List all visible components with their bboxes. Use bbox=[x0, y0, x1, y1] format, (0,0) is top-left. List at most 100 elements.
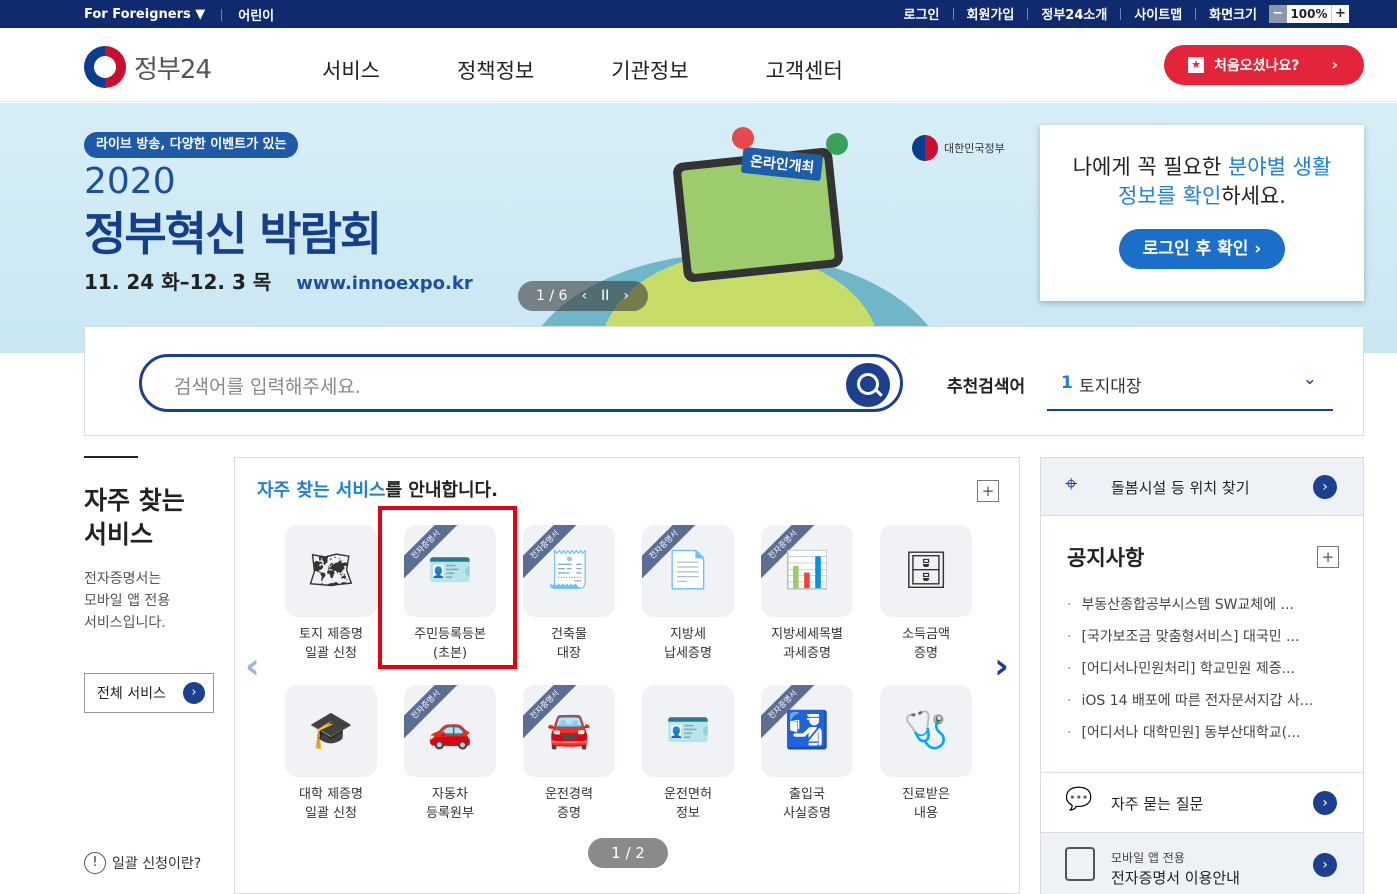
faq-label: 자주 묻는 질문 bbox=[1111, 795, 1204, 813]
zoom-in-button[interactable]: + bbox=[1331, 4, 1349, 23]
banner-next-button[interactable]: › bbox=[623, 288, 629, 304]
service-tile-label: 출입국사실증명 bbox=[761, 785, 853, 823]
banner-date-range: 11. 24 화–12. 3 목 bbox=[84, 270, 272, 294]
service-tile-icon-box: 전자증명서 🚗 bbox=[404, 685, 496, 777]
service-tile[interactable]: 🗄 소득금액 증명 bbox=[880, 525, 972, 663]
service-tile[interactable]: 전자증명서 📄 지방세 납세증명 bbox=[642, 525, 734, 663]
nav-policy[interactable]: 정책정보 bbox=[457, 55, 534, 85]
services-pager[interactable]: 1 / 2 bbox=[588, 838, 668, 868]
screen-size-label: 화면크기 bbox=[1209, 8, 1257, 23]
heading-highlight: 자주 찾는 서비스 bbox=[257, 480, 386, 501]
service-tile-label: 소득금액 증명 bbox=[880, 625, 972, 663]
service-tile[interactable]: 🩺 진료받은 내용 bbox=[880, 685, 972, 823]
services-more-button[interactable]: + bbox=[977, 480, 999, 502]
service-tile[interactable]: 전자증명서 🚘 운전경력 증명 bbox=[523, 685, 615, 823]
chevron-right-icon: › bbox=[183, 682, 205, 704]
msg-highlight: 분야별 생활 bbox=[1227, 155, 1332, 179]
service-tile-label: 운전면허 정보 bbox=[642, 785, 734, 823]
nav-support[interactable]: 고객센터 bbox=[766, 55, 843, 85]
service-tile-icon-box: 🪪 bbox=[642, 685, 734, 777]
search-button[interactable] bbox=[846, 363, 890, 407]
label-line: 내용 bbox=[914, 806, 938, 821]
bulk-apply-help-link[interactable]: ! 일괄 신청이란? bbox=[84, 852, 201, 874]
msg-part: 하세요. bbox=[1221, 184, 1286, 208]
login-link[interactable]: 로그인 bbox=[904, 4, 940, 23]
service-tile[interactable]: 전자증명서 🛂 출입국사실증명 bbox=[761, 685, 853, 823]
faq-link[interactable]: 💬 자주 묻는 질문 › bbox=[1041, 772, 1363, 832]
star-icon: ★ bbox=[1188, 57, 1204, 73]
for-foreigners-link[interactable]: For Foreigners ▼ bbox=[84, 7, 205, 22]
notice-item[interactable]: 부동산종합공부시스템 SW교체에 ... bbox=[1067, 594, 1347, 626]
service-icon: 🗄 bbox=[903, 550, 949, 591]
label-line: 출입국 bbox=[789, 787, 825, 802]
site-logo[interactable]: 정부24 bbox=[84, 46, 212, 88]
mobile-cert-guide-link[interactable]: 모바일 앱 전용 전자증명서 이용안내 › bbox=[1041, 832, 1363, 894]
services-next-arrow[interactable]: › bbox=[994, 646, 1009, 687]
service-icon: 🚘 bbox=[546, 710, 592, 751]
banner-title: 정부혁신 박람회 bbox=[84, 207, 382, 261]
taegeuk-logo-icon bbox=[84, 46, 126, 88]
zoom-out-button[interactable]: − bbox=[1269, 4, 1287, 23]
service-tile-icon-box: 전자증명서 🧾 bbox=[523, 525, 615, 617]
label-line: 진료받은 bbox=[902, 787, 950, 802]
service-icon: 🧾 bbox=[546, 550, 592, 591]
banner-prev-button[interactable]: ‹ bbox=[581, 288, 587, 304]
chevron-right-icon: › bbox=[1313, 853, 1337, 877]
service-tile[interactable]: 전자증명서 🚗 자동차 등록원부 bbox=[404, 685, 496, 823]
divider bbox=[952, 7, 954, 20]
banner-pill: 라이브 방송, 다양한 이벤트가 있는 bbox=[84, 132, 299, 158]
msg-highlight: 정보를 확인 bbox=[1118, 184, 1222, 208]
care-facility-label: 돌봄시설 등 위치 찾기 bbox=[1111, 479, 1250, 497]
banner-carousel-control: 1 / 6 ‹ II › bbox=[518, 281, 648, 311]
service-tile-icon-box: 전자증명서 🛂 bbox=[761, 685, 853, 777]
frequent-services-desc: 전자증명서는 모바일 앱 전용 서비스입니다. bbox=[84, 568, 224, 634]
top-utility-bar: For Foreigners ▼ 어린이 로그인 회원가입 정부24소개 사이트… bbox=[0, 0, 1397, 28]
search-placeholder: 검색어를 입력해주세요. bbox=[174, 376, 361, 398]
service-tile[interactable]: 🗺 토지 제증명 일괄 신청 bbox=[285, 525, 377, 663]
service-icon: 🪪 bbox=[665, 710, 711, 751]
nav-agency[interactable]: 기관정보 bbox=[611, 55, 688, 85]
recommended-search-select[interactable]: 1 토지대장 ⌄ bbox=[1047, 363, 1333, 411]
label-line: 사실증명 bbox=[783, 806, 831, 821]
signup-link[interactable]: 회원가입 bbox=[967, 4, 1015, 23]
banner-dates: 11. 24 화–12. 3 목 www.innoexpo.kr bbox=[84, 266, 473, 295]
login-check-button[interactable]: 로그인 후 확인 › bbox=[1119, 229, 1285, 269]
service-tile[interactable]: 🎓 대학 제증명 일괄 신청 bbox=[285, 685, 377, 823]
nav-services[interactable]: 서비스 bbox=[322, 55, 380, 85]
notice-more-button[interactable]: + bbox=[1317, 546, 1339, 568]
desc-line: 전자증명서는 bbox=[84, 571, 162, 587]
care-facility-finder[interactable]: ⌖ 돌봄시설 등 위치 찾기 › bbox=[1041, 458, 1363, 516]
personalized-info-box: 나에게 꼭 필요한 분야별 생활 정보를 확인하세요. 로그인 후 확인 › bbox=[1040, 125, 1364, 301]
label-line: 건축물 bbox=[551, 627, 587, 642]
notice-item[interactable]: iOS 14 배포에 따른 전자문서지갑 사... bbox=[1067, 690, 1347, 722]
divider bbox=[1120, 7, 1122, 20]
service-icon: 📄 bbox=[665, 550, 711, 591]
sitemap-link[interactable]: 사이트맵 bbox=[1134, 4, 1182, 23]
service-tile-icon-box: 🎓 bbox=[285, 685, 377, 777]
services-prev-arrow[interactable]: ‹ bbox=[245, 646, 260, 687]
logo-text: 정부24 bbox=[134, 54, 212, 85]
notice-item[interactable]: [어디서나민원처리] 학교민원 제증... bbox=[1067, 658, 1347, 690]
service-tile[interactable]: 전자증명서 🧾 건축물 대장 bbox=[523, 525, 615, 663]
service-tile[interactable]: 전자증명서 📊 지방세세목별 과세증명 bbox=[761, 525, 853, 663]
first-visit-label: 처음오셨나요? bbox=[1214, 58, 1300, 74]
service-tile[interactable]: 🪪 운전면허 정보 bbox=[642, 685, 734, 823]
service-icon: 🗺 bbox=[308, 550, 354, 591]
all-services-button[interactable]: 전체 서비스 › bbox=[84, 673, 214, 713]
banner-pause-button[interactable]: II bbox=[601, 288, 609, 304]
service-icon: 🎓 bbox=[308, 710, 354, 751]
search-input[interactable]: 검색어를 입력해주세요. bbox=[139, 354, 903, 412]
notice-item[interactable]: [국가보조금 맞춤형서비스] 대국민 ... bbox=[1067, 626, 1347, 658]
service-tile-label: 건축물 대장 bbox=[523, 625, 615, 663]
first-visit-button[interactable]: ★ 처음오셨나요? › bbox=[1164, 45, 1364, 85]
chevron-right-icon: › bbox=[1331, 55, 1338, 74]
service-tile-icon-box: 🗺 bbox=[285, 525, 377, 617]
about-link[interactable]: 정부24소개 bbox=[1041, 4, 1107, 23]
service-icon: 📊 bbox=[784, 550, 830, 591]
kids-link[interactable]: 어린이 bbox=[238, 5, 274, 24]
main-nav: 서비스 정책정보 기관정보 고객센터 bbox=[322, 55, 920, 85]
label-line: 운전면허 bbox=[664, 787, 712, 802]
notice-item[interactable]: [어디서나 대학민원] 동부산대학교(... bbox=[1067, 722, 1347, 754]
right-sidebar: ⌖ 돌봄시설 등 위치 찾기 › 공지사항 + 부동산종합공부시스템 SW교체에… bbox=[1040, 457, 1364, 894]
recommended-search-label: 추천검색어 bbox=[947, 377, 1026, 397]
